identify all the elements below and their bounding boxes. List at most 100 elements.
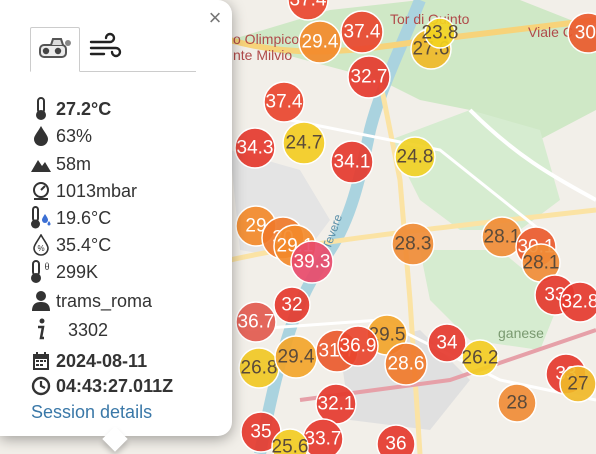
marker-value: 36 <box>385 434 406 454</box>
humidity-drop-icon <box>30 124 52 148</box>
user-icon <box>30 289 52 313</box>
marker-value: 26.8 <box>241 358 278 379</box>
info-popup: × 27.2°C 63% 58m 1013mbar 19.6°C% 35.4°C θ 299K… <box>0 0 232 436</box>
popup-row-elevation: 58m <box>30 152 91 176</box>
measurement-marker[interactable]: 34.1 <box>330 140 374 184</box>
popup-row-dew-point: 19.6°C <box>30 206 111 230</box>
marker-value: 25.6 <box>272 437 309 454</box>
measurement-marker[interactable]: 36.9 <box>337 325 379 367</box>
marker-value: 39.3 <box>294 252 331 273</box>
measurement-marker[interactable]: 34.3 <box>234 127 276 169</box>
close-button[interactable]: × <box>205 7 225 29</box>
marker-value: 35 <box>250 422 271 443</box>
popup-row-humidity-drop: 63% <box>30 124 92 148</box>
marker-value: 28 <box>506 393 527 414</box>
marker-value: 28.1 <box>484 227 521 248</box>
measurement-marker[interactable]: 28 <box>497 383 537 423</box>
measurement-marker[interactable]: 29.4 <box>274 335 318 379</box>
popup-row-user: trams_roma <box>30 289 152 313</box>
measurement-marker[interactable]: 32 <box>273 286 311 324</box>
popup-row-value: 3302 <box>68 319 109 340</box>
measurement-marker[interactable]: 28.3 <box>391 222 435 266</box>
elevation-icon <box>30 152 52 176</box>
measurement-marker[interactable]: 32.8 <box>559 281 596 323</box>
wind-icon <box>89 32 122 58</box>
popup-row-value: 299K <box>56 261 99 282</box>
map-label: nte Milvio <box>233 47 292 63</box>
measurement-marker[interactable]: 24.8 <box>394 136 436 178</box>
map-label: o Olimpico <box>233 31 299 47</box>
marker-value: 29.4 <box>278 347 315 368</box>
popup-row-value: 2024-08-11 <box>56 350 148 371</box>
map-label: ganese <box>498 325 544 341</box>
marker-value: 26.2 <box>462 348 499 369</box>
marker-value: 28.3 <box>395 234 432 255</box>
marker-value: 30. <box>575 23 596 44</box>
map-label: Viale C <box>528 24 573 40</box>
marker-value: 28.6 <box>388 354 425 375</box>
tab-sensor[interactable] <box>30 27 80 72</box>
measurement-marker[interactable]: 33.7 <box>302 418 344 454</box>
measurement-marker[interactable]: 26.8 <box>238 347 280 389</box>
popup-row-clock: 04:43:27.011Z <box>30 374 173 398</box>
measurement-marker[interactable]: 28.6 <box>384 342 428 386</box>
measurement-marker[interactable]: 36.7 <box>235 301 277 343</box>
marker-value: 34.1 <box>334 152 371 173</box>
marker-value: 28.1 <box>523 253 560 274</box>
popup-row-calendar: 2024-08-11 <box>30 349 147 373</box>
measurement-marker[interactable]: 32.1 <box>315 383 357 425</box>
marker-value: 37.4 <box>290 0 327 11</box>
marker-value: 34.3 <box>237 138 274 159</box>
marker-value: 23.8 <box>422 23 459 44</box>
popup-row-value: 04:43:27.011Z <box>56 375 174 396</box>
marker-value: 36.9 <box>340 336 377 357</box>
marker-value: 37.4 <box>344 22 381 43</box>
marker-value: 32 <box>281 295 302 316</box>
measurement-marker[interactable]: 29.4 <box>298 20 342 64</box>
marker-value: 33.7 <box>305 429 342 450</box>
marker-value: 36.7 <box>238 312 275 333</box>
sensor-device-icon <box>39 38 71 58</box>
marker-value: 34 <box>436 333 458 354</box>
popup-row-value: 27.2°C <box>56 98 112 119</box>
popup-row-pressure-gauge: 1013mbar <box>30 179 137 203</box>
popup-row-value: 1013mbar <box>56 180 138 201</box>
popup-row-info: 3302 <box>30 318 108 342</box>
potential-temperature-icon: θ <box>30 260 52 284</box>
popup-tabs <box>30 27 196 72</box>
humidex-icon: % <box>30 233 52 257</box>
popup-row-humidex: % 35.4°C <box>30 233 111 257</box>
measurement-marker[interactable]: 32.7 <box>347 55 391 99</box>
popup-row-value: 35.4°C <box>56 234 112 255</box>
popup-row-value: trams_roma <box>56 290 153 311</box>
marker-value: 37.4 <box>266 92 303 113</box>
session-details-link[interactable]: Session details <box>31 402 152 423</box>
svg-text:%: % <box>37 244 44 253</box>
dew-point-icon <box>30 206 52 230</box>
marker-value: 29.4 <box>302 32 339 53</box>
measurement-marker[interactable]: 39.3 <box>290 240 334 284</box>
marker-value: 32.1 <box>318 394 355 415</box>
popup-row-potential-temperature: θ 299K <box>30 260 98 284</box>
measurement-marker[interactable]: 37.4 <box>263 81 305 123</box>
marker-value: 32.7 <box>351 67 388 88</box>
marker-value: 24.7 <box>286 133 323 154</box>
measurement-marker[interactable]: 24.7 <box>282 121 326 165</box>
marker-value: 24.8 <box>397 147 434 168</box>
svg-text:θ: θ <box>45 262 50 273</box>
measurement-marker[interactable]: 34 <box>427 323 467 363</box>
tab-wind[interactable] <box>82 27 130 70</box>
measurement-marker[interactable]: 27 <box>559 365 596 403</box>
marker-value: 32.8 <box>562 292 596 313</box>
calendar-icon <box>30 349 52 373</box>
measurement-marker[interactable]: 37.4 <box>340 10 384 54</box>
thermometer-icon <box>30 97 52 121</box>
clock-icon <box>30 374 52 398</box>
pressure-gauge-icon <box>30 179 52 203</box>
popup-row-value: 19.6°C <box>56 207 112 228</box>
marker-value: 27 <box>567 374 588 395</box>
popup-row-thermometer: 27.2°C <box>30 97 111 121</box>
popup-row-value: 58m <box>56 153 92 174</box>
info-icon <box>30 318 52 342</box>
measurement-marker[interactable]: 26.2 <box>461 339 499 377</box>
